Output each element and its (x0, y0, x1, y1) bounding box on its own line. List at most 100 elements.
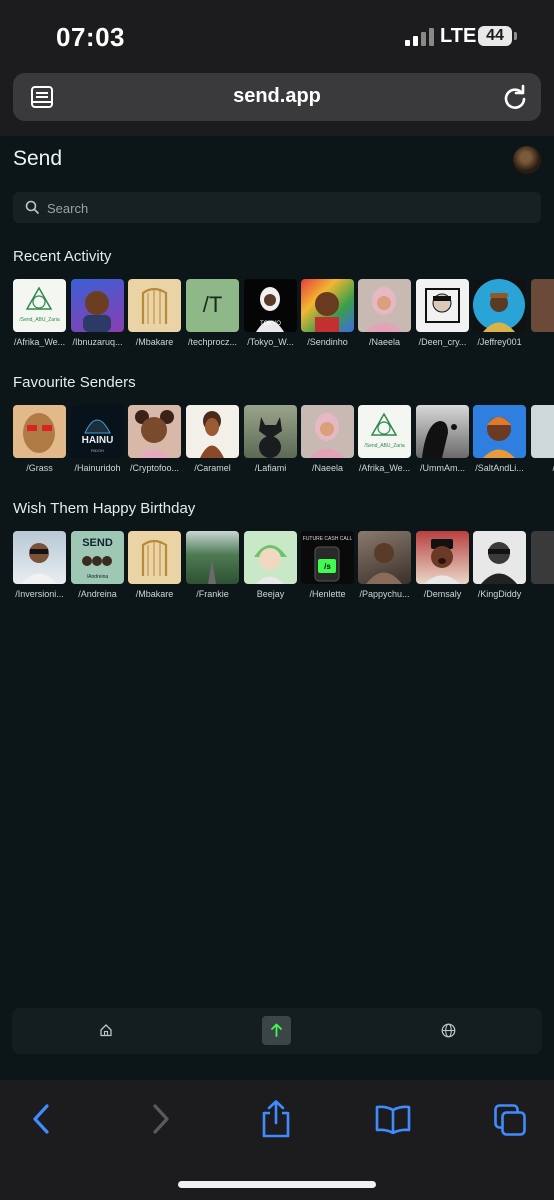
user-tile[interactable]: FUTURE CASH CALL /s /Henlette (301, 531, 354, 599)
avatar-text: /Andreina (86, 574, 109, 580)
user-avatar: FUTURE CASH CALL /s (301, 531, 354, 584)
user-tile[interactable]: /Naeela (358, 279, 411, 347)
user-avatar (358, 531, 411, 584)
user-tile[interactable]: /Naeela (301, 405, 354, 473)
share-icon[interactable] (259, 1099, 293, 1139)
reload-icon[interactable] (502, 84, 528, 110)
user-avatar (301, 405, 354, 458)
user-tile[interactable]: /Mbakare (128, 279, 181, 347)
search-bar[interactable] (13, 192, 541, 223)
user-tile[interactable]: /Send_ABU_Zaria /Afrika_We... (13, 279, 66, 347)
user-tile[interactable]: /Frankie (186, 531, 239, 599)
recent-activity-row[interactable]: /Send_ABU_Zaria /Afrika_We... /Ibnuzaruq… (13, 279, 554, 349)
user-tile[interactable]: / (531, 531, 554, 599)
user-avatar (473, 405, 526, 458)
user-tile[interactable]: /Sendinho (301, 279, 354, 347)
user-tile[interactable]: /Ibnuzaruq... (71, 279, 124, 347)
user-handle: /Tokyo_W... (247, 337, 294, 347)
user-avatar (473, 531, 526, 584)
battery-icon (514, 32, 517, 40)
user-avatar: /Send_ABU_Zaria (13, 279, 66, 332)
user-avatar: /Send_ABU_Zaria (358, 405, 411, 458)
user-tile[interactable]: /Caramel (186, 405, 239, 473)
user-tile[interactable]: /Pappychu... (358, 531, 411, 599)
user-avatar: TOKYO (244, 279, 297, 332)
user-handle: /techprocz... (187, 337, 238, 347)
page-title: Send (13, 147, 63, 170)
user-handle: / (531, 589, 554, 599)
user-tile[interactable]: /Deen_cry... (416, 279, 469, 347)
user-avatar (244, 405, 297, 458)
user-avatar (531, 531, 554, 584)
user-tile[interactable]: /Inversioni... (13, 531, 66, 599)
send-arrow-icon (271, 1023, 282, 1037)
user-avatar (531, 279, 554, 332)
logo-text: /Send_ABU_Zaria (19, 317, 60, 323)
user-tile[interactable]: TOKYO /Tokyo_W... (244, 279, 297, 347)
avatar-text: HAINU (81, 435, 114, 446)
user-tile[interactable]: / (531, 279, 554, 347)
battery-level: 44 (478, 26, 512, 46)
user-tile[interactable]: /Grass (13, 405, 66, 473)
user-handle: /Jeffrey001 (477, 337, 522, 347)
search-input[interactable] (45, 196, 519, 220)
user-avatar: HAINU RIDOH (71, 405, 124, 458)
avatar-text: /T (202, 292, 223, 317)
recent-activity-title: Recent Activity (13, 248, 112, 265)
birthday-row[interactable]: /Inversioni... SEND /Andreina /Andreina … (13, 531, 554, 601)
forward-icon[interactable] (150, 1102, 172, 1136)
user-tile[interactable]: /KingDiddy (473, 531, 526, 599)
user-handle: /Lafiami (254, 463, 287, 473)
user-avatar (416, 531, 469, 584)
bookmarks-icon[interactable] (374, 1104, 412, 1134)
user-tile[interactable]: /Jeffrey001 (473, 279, 526, 347)
user-handle: /Mbakare (135, 589, 174, 599)
user-tile[interactable]: /Cryptofoo... (128, 405, 181, 473)
home-indicator (178, 1181, 376, 1188)
user-handle: /Naeela (368, 337, 401, 347)
user-handle: /UmmAm... (420, 463, 465, 473)
user-tile[interactable]: SEND /Andreina /Andreina (71, 531, 124, 599)
user-avatar (186, 531, 239, 584)
user-tile[interactable]: /UmmAm... (416, 405, 469, 473)
user-tile[interactable]: /Lafiami (244, 405, 297, 473)
user-avatar (531, 405, 554, 458)
browser-address-area: send.app (0, 64, 554, 136)
user-tile[interactable]: /Demsaly (416, 531, 469, 599)
network-type: LTE (440, 25, 477, 47)
user-handle: /Mbakare (135, 337, 174, 347)
user-tile[interactable]: /Mbakare (128, 531, 181, 599)
home-icon[interactable] (99, 1023, 113, 1037)
user-avatar (416, 405, 469, 458)
user-avatar (301, 279, 354, 332)
user-avatar (13, 531, 66, 584)
user-avatar: SEND /Andreina (71, 531, 124, 584)
favourite-senders-title: Favourite Senders (13, 374, 136, 391)
avatar[interactable] (513, 146, 541, 174)
tabs-overview-icon[interactable] (493, 1103, 529, 1139)
user-tile[interactable]: /T /techprocz... (186, 279, 239, 347)
user-handle: /Caramel (194, 463, 231, 473)
send-button[interactable] (262, 1016, 291, 1045)
globe-icon[interactable] (441, 1023, 456, 1038)
status-time: 07:03 (56, 22, 125, 52)
user-tile[interactable]: Beejay (244, 531, 297, 599)
user-tile[interactable]: HAINU RIDOH /Hainuridoh (71, 405, 124, 473)
user-handle: /Andreina (78, 589, 117, 599)
user-tile[interactable]: /SaltAndLi... (473, 405, 526, 473)
user-handle: /Afrika_We... (13, 337, 66, 347)
user-handle: /Hainuridoh (74, 463, 121, 473)
back-icon[interactable] (30, 1102, 52, 1136)
address-bar[interactable]: send.app (13, 73, 541, 121)
user-avatar: /T (186, 279, 239, 332)
user-avatar (13, 405, 66, 458)
user-handle: /Inversioni... (15, 589, 64, 599)
user-tile[interactable]: /m (531, 405, 554, 473)
favourite-senders-row[interactable]: /Grass HAINU RIDOH /Hainuridoh /Cryptofo… (13, 405, 554, 475)
user-handle: /Ibnuzaruq... (72, 337, 123, 347)
url-text[interactable]: send.app (13, 85, 541, 108)
user-handle: /Naeela (311, 463, 344, 473)
user-tile[interactable]: /Send_ABU_Zaria /Afrika_We... (358, 405, 411, 473)
search-icon (25, 200, 39, 214)
avatar-text: TOKYO (260, 321, 281, 327)
